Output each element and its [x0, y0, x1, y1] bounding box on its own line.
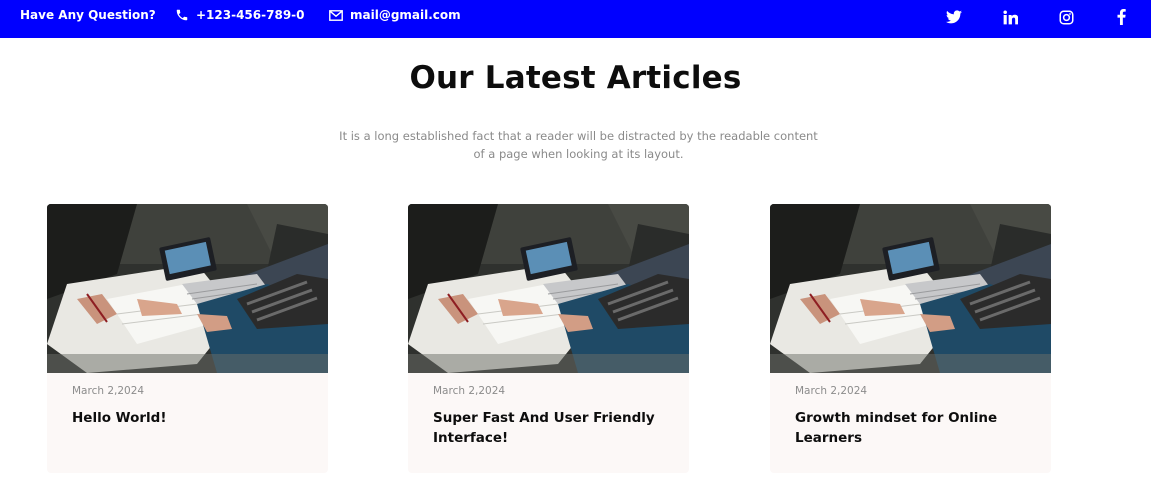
article-title[interactable]: Super Fast And User Friendly Interface! — [433, 408, 668, 448]
twitter-link[interactable] — [942, 5, 966, 29]
phone-icon — [176, 9, 188, 21]
phone-number: +123-456-789-0 — [196, 8, 305, 22]
article-thumbnail — [408, 204, 689, 373]
instagram-link[interactable] — [1054, 5, 1078, 29]
section-title: Our Latest Articles — [409, 60, 742, 96]
article-thumbnail — [47, 204, 328, 373]
article-thumbnail — [770, 204, 1051, 373]
article-card[interactable]: March 2,2024 Growth mindset for Online L… — [770, 204, 1051, 473]
phone-link[interactable]: +123-456-789-0 — [175, 0, 305, 30]
instagram-icon — [1059, 10, 1073, 24]
facebook-link[interactable] — [1109, 5, 1133, 29]
linkedin-icon — [1002, 9, 1018, 24]
article-card[interactable]: March 2,2024 Super Fast And User Friendl… — [408, 204, 689, 473]
top-bar: Have Any Question? +123-456-789-0 mail@g… — [0, 0, 1151, 38]
question-text: Have Any Question? — [20, 0, 156, 30]
article-date: March 2,2024 — [72, 385, 145, 397]
question-label: Have Any Question? — [20, 8, 156, 22]
article-title[interactable]: Growth mindset for Online Learners — [795, 408, 1030, 448]
article-date: March 2,2024 — [795, 385, 868, 397]
article-date: March 2,2024 — [433, 385, 506, 397]
article-title[interactable]: Hello World! — [72, 408, 307, 428]
email-link[interactable]: mail@gmail.com — [329, 0, 461, 30]
section-subtitle: It is a long established fact that a rea… — [339, 129, 818, 161]
email-address: mail@gmail.com — [350, 8, 461, 22]
mail-icon — [329, 9, 343, 21]
facebook-icon — [1117, 9, 1126, 25]
linkedin-link[interactable] — [998, 5, 1022, 29]
article-card[interactable]: March 2,2024 Hello World! — [47, 204, 328, 473]
twitter-icon — [946, 10, 962, 24]
